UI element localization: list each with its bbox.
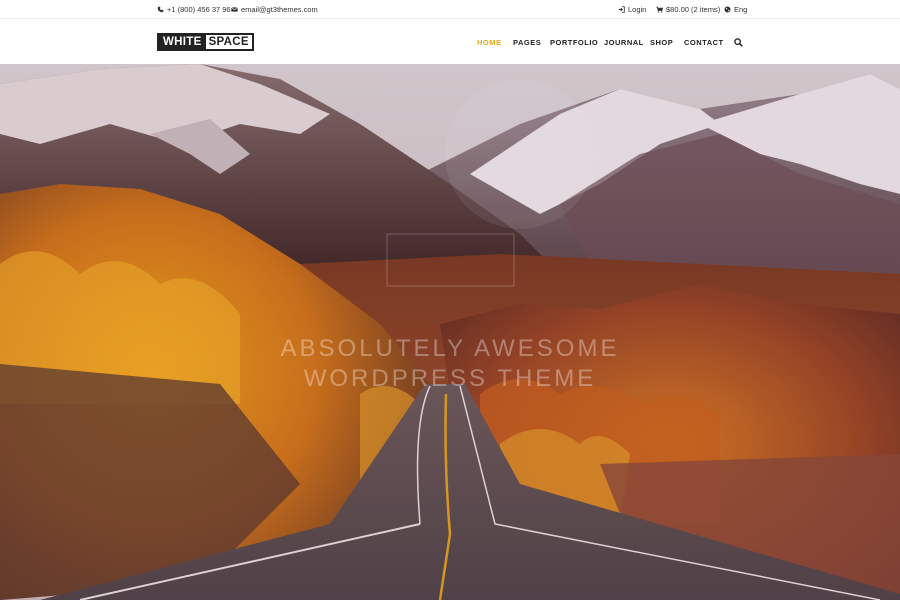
nav-pages[interactable]: PAGES (513, 38, 541, 47)
language-label: Eng (734, 5, 748, 14)
phone-icon (157, 6, 164, 13)
envelope-icon (231, 6, 238, 13)
cart-icon (656, 6, 663, 13)
language-selector[interactable]: Eng (724, 5, 747, 14)
email-contact[interactable]: email@gt3themes.com (231, 5, 318, 14)
cart-summary: $80.00 (2 items) (666, 5, 721, 14)
login-link[interactable]: Login (618, 5, 646, 14)
email-address: email@gt3themes.com (241, 5, 318, 14)
sign-in-icon (618, 6, 625, 13)
globe-icon (724, 6, 731, 13)
phone-number: +1 (800) 456 37 96 (167, 5, 231, 14)
logo-part-space: SPACE (205, 35, 252, 49)
search-icon[interactable] (734, 38, 743, 47)
nav-journal[interactable]: JOURNAL (604, 38, 644, 47)
phone-contact[interactable]: +1 (800) 456 37 96 (157, 5, 231, 14)
nav-shop[interactable]: SHOP (650, 38, 673, 47)
top-bar: +1 (800) 456 37 96 email@gt3themes.com L… (0, 0, 900, 19)
site-logo[interactable]: WHITE SPACE (157, 33, 254, 51)
logo-part-white: WHITE (159, 35, 206, 49)
nav-home[interactable]: HOME (477, 38, 502, 47)
hero-watermark: ABSOLUTELY AWESOME WORDPRESS THEME (0, 334, 900, 394)
login-label: Login (628, 5, 647, 14)
watermark-line-1: ABSOLUTELY AWESOME (280, 335, 620, 362)
site-header: WHITE SPACE HOME PAGES PORTFOLIO JOURNAL… (0, 19, 900, 64)
cart-link[interactable]: $80.00 (2 items) (656, 5, 720, 14)
watermark-line-2: WORDPRESS THEME (303, 365, 597, 392)
nav-contact[interactable]: CONTACT (684, 38, 724, 47)
hero-image: ABSOLUTELY AWESOME WORDPRESS THEME (0, 64, 900, 600)
autumn-mountain-road-image (0, 64, 900, 600)
nav-portfolio[interactable]: PORTFOLIO (550, 38, 598, 47)
